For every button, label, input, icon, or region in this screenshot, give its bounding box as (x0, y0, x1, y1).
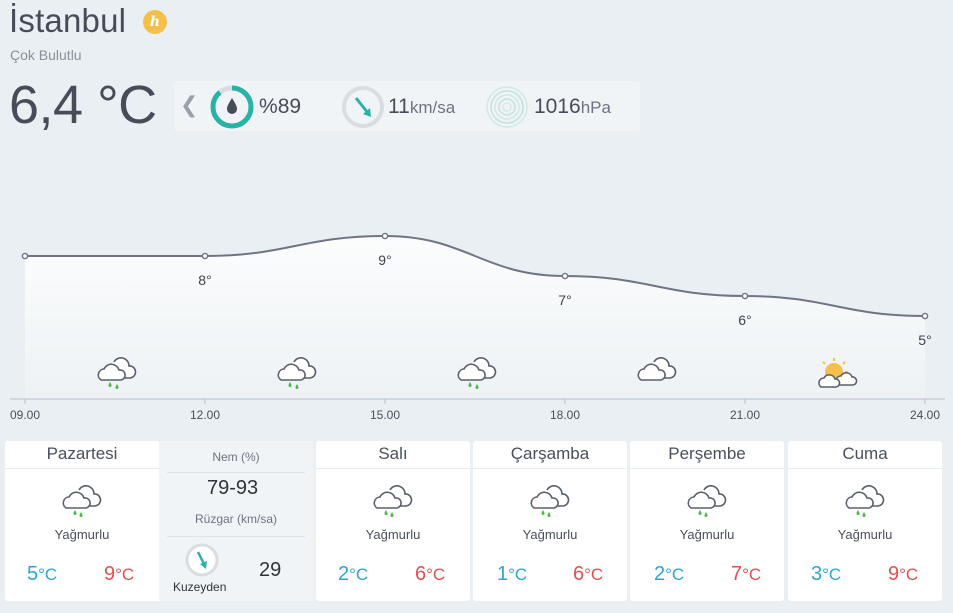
data-label: 5° (918, 332, 931, 348)
high-temp: 7°C (731, 563, 762, 585)
provider-logo-icon[interactable]: h (143, 10, 167, 34)
x-tick-label: 09.00 (10, 408, 40, 422)
day-description: Yağmurlu (522, 527, 578, 542)
rain-cloud-icon (62, 485, 102, 518)
data-label: 7° (558, 292, 571, 308)
data-point (741, 292, 749, 300)
day-name: Pazartesi (46, 444, 118, 463)
wind-direction-text: Kuzeyden (173, 580, 227, 594)
humidity-value: %89 (259, 95, 302, 118)
high-temp: 9°C (104, 563, 135, 585)
day-name: Perşembe (668, 444, 746, 463)
low-temp: 1°C (497, 563, 528, 585)
day-description: Yağmurlu (837, 527, 893, 542)
data-label: 9° (378, 252, 391, 268)
chevron-left-icon[interactable]: ❮ (180, 93, 198, 117)
day-name: Cuma (842, 444, 888, 463)
x-tick-label: 24.00 (910, 408, 940, 422)
low-temp: 3°C (811, 563, 842, 585)
forecast-day-3[interactable]: Perşembe Yağmurlu 2°C 7°C (630, 441, 784, 601)
day-name: Çarşamba (510, 444, 590, 463)
hourly-chart-svg: 09.00 8° 12.00 9° 15.00 7° 18.00 6° 21.00 5° 24.00 (10, 232, 945, 422)
data-point (381, 232, 389, 240)
high-temp: 9°C (888, 563, 919, 585)
day-name: Salı (378, 444, 408, 463)
humidity-range: 79-93 (207, 477, 259, 499)
data-point (201, 252, 209, 260)
forecast-days: Pazartesi Yağmurlu 5°C 9°C Nem (%) 79-93… (5, 441, 945, 601)
day-description: Yağmurlu (679, 527, 735, 542)
x-tick-label: 15.00 (370, 408, 400, 422)
data-point (921, 312, 929, 320)
condition-text: Çok Bulutlu (10, 47, 82, 63)
high-temp: 6°C (573, 563, 604, 585)
stats-panel: ❮ %89 11km/sa 1016hPa (174, 81, 640, 131)
wind-value: 11km/sa (388, 95, 456, 118)
rain-cloud-icon (845, 485, 885, 518)
wind-speed: 29 (259, 559, 282, 581)
x-tick-label: 12.00 (190, 408, 220, 422)
rain-cloud-icon (687, 485, 727, 518)
data-point (561, 272, 569, 280)
forecast-day-2[interactable]: Çarşamba Yağmurlu 1°C 6°C (473, 441, 627, 601)
current-temperature: 6,4 °C (9, 75, 157, 135)
pressure-value: 1016hPa (534, 95, 611, 118)
rain-cloud-icon (373, 485, 413, 518)
low-temp: 2°C (338, 563, 369, 585)
data-point (21, 252, 29, 260)
hourly-chart: 09.00 8° 12.00 9° 15.00 7° 18.00 6° 21.00 5° 24.00 (0, 190, 953, 430)
forecast-day-4[interactable]: Cuma Yağmurlu 3°C 9°C (788, 441, 942, 601)
wind-direction-icon (342, 86, 384, 128)
x-tick-label: 21.00 (730, 408, 760, 422)
rain-cloud-icon (530, 485, 570, 518)
forecast-day-1[interactable]: Salı Yağmurlu 2°C 6°C (316, 441, 470, 601)
low-temp: 5°C (27, 563, 58, 585)
wind-direction-icon (185, 543, 219, 577)
day-description: Yağmurlu (54, 527, 110, 542)
high-temp: 6°C (415, 563, 446, 585)
day-description: Yağmurlu (365, 527, 421, 542)
data-label: 6° (738, 312, 751, 328)
city-title: İstanbul (9, 2, 127, 39)
wind-label: Rüzgar (km/sa) (194, 512, 277, 526)
day-detail-panel: Nem (%) 79-93 Rüzgar (km/sa) Kuzeyden 29 (159, 441, 313, 601)
low-temp: 2°C (654, 563, 685, 585)
pressure-icon (486, 86, 528, 128)
humidity-label: Nem (%) (212, 450, 260, 464)
forecast-day-0[interactable]: Pazartesi Yağmurlu 5°C 9°C Nem (%) 79-93… (5, 441, 313, 601)
x-tick-label: 18.00 (550, 408, 580, 422)
humidity-gauge-icon (210, 85, 254, 129)
data-label: 8° (198, 272, 211, 288)
